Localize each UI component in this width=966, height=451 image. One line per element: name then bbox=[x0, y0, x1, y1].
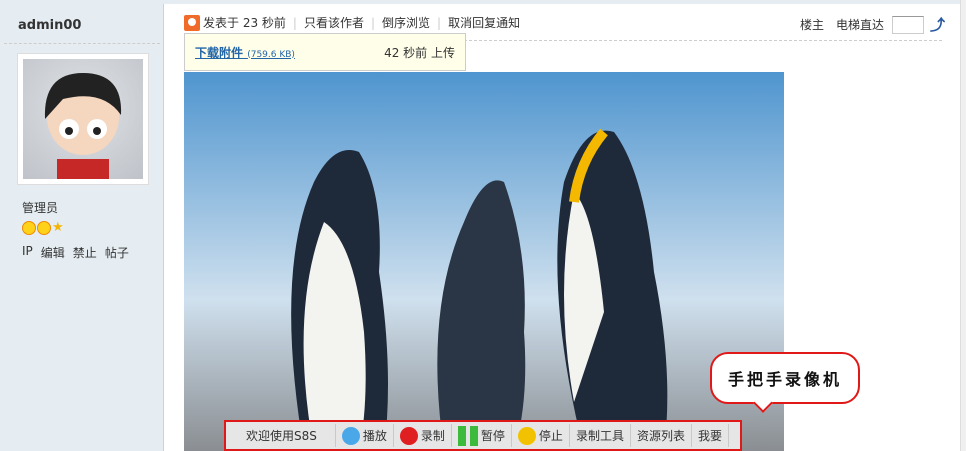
sun-icon bbox=[22, 221, 36, 235]
edit-link[interactable]: 编辑 bbox=[41, 244, 65, 261]
pause-button[interactable]: 暂停 bbox=[452, 424, 512, 447]
record-button[interactable]: 录制 bbox=[394, 424, 452, 447]
pause-icon bbox=[457, 425, 478, 446]
floor-jump-input[interactable] bbox=[892, 15, 925, 34]
resource-list-button[interactable]: 资源列表 bbox=[631, 424, 692, 447]
go-icon[interactable]: ⤴ bbox=[930, 14, 945, 35]
recorder-toolbar: 欢迎使用S8S 播放 录制 暂停 停止 录制工具 资源列表 我要 bbox=[224, 420, 742, 451]
post-meta: 发表于 23 秒前 | 只看该作者 | 倒序浏览 | 取消回复通知 bbox=[184, 14, 520, 31]
record-tools-button[interactable]: 录制工具 bbox=[570, 424, 631, 447]
author-sidebar: admin00 管理员 ★ IP 编辑 禁止 帖子 bbox=[0, 4, 164, 451]
attachment-tooltip: 下载附件 (759.6 KB) 42 秒前 上传 bbox=[184, 33, 466, 71]
welcome-label: 欢迎使用S8S bbox=[228, 424, 336, 447]
want-button[interactable]: 我要 bbox=[692, 424, 729, 447]
play-icon bbox=[341, 426, 360, 445]
scrollbar[interactable] bbox=[960, 0, 966, 451]
ip-link[interactable]: IP bbox=[22, 244, 33, 261]
floor-label: 楼主 bbox=[800, 18, 825, 32]
star-icon: ★ bbox=[52, 220, 64, 235]
author-name[interactable]: admin00 bbox=[18, 18, 81, 33]
stop-button[interactable]: 停止 bbox=[512, 424, 570, 447]
record-icon bbox=[399, 426, 418, 445]
callout-bubble: 手把手录像机 bbox=[710, 352, 860, 404]
rank-icons: ★ bbox=[22, 221, 64, 235]
cancel-notify-link[interactable]: 取消回复通知 bbox=[448, 14, 520, 31]
post-time: 发表于 23 秒前 bbox=[203, 16, 286, 30]
posts-link[interactable]: 帖子 bbox=[105, 244, 129, 261]
penguins-image bbox=[184, 72, 784, 451]
upload-time: 42 秒前 上传 bbox=[384, 45, 455, 60]
only-author-link[interactable]: 只看该作者 bbox=[304, 14, 364, 31]
user-role: 管理员 bbox=[22, 201, 59, 215]
sun-icon bbox=[37, 221, 51, 235]
download-attachment-link[interactable]: 下载附件 (759.6 KB) bbox=[195, 44, 295, 61]
stop-icon bbox=[517, 426, 536, 445]
elevator-label: 电梯直达 bbox=[836, 18, 885, 32]
avatar[interactable] bbox=[17, 53, 149, 185]
user-icon bbox=[184, 14, 200, 31]
divider bbox=[4, 43, 160, 44]
ban-link[interactable]: 禁止 bbox=[73, 244, 97, 261]
reverse-link[interactable]: 倒序浏览 bbox=[382, 14, 430, 31]
play-button[interactable]: 播放 bbox=[336, 424, 394, 447]
